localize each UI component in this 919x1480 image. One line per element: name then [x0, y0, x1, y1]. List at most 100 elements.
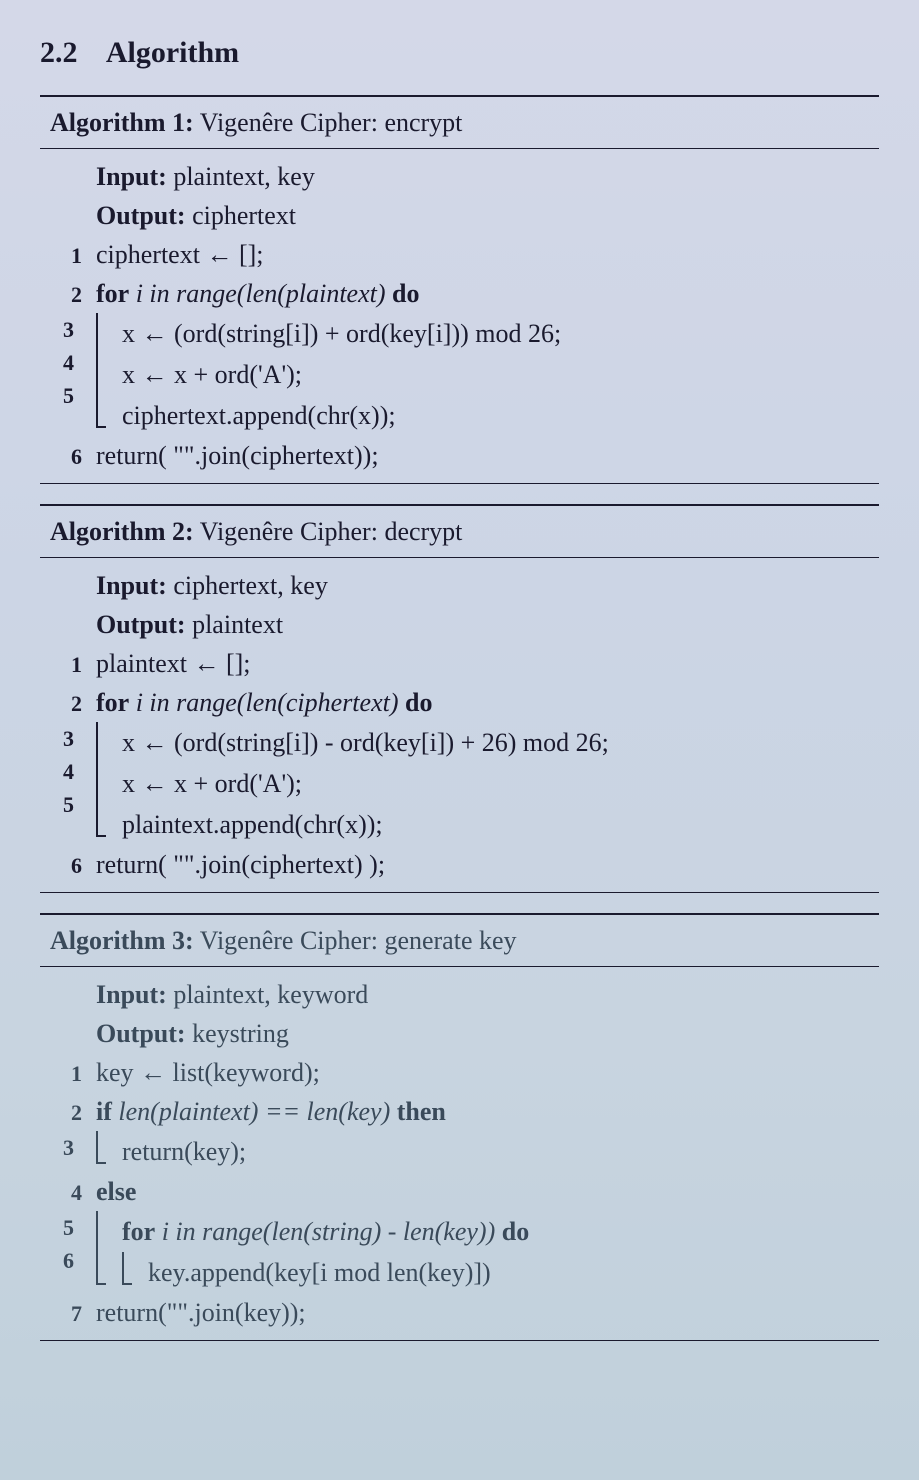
- code-line: 1 ciphertext ← [];: [54, 235, 879, 274]
- algorithm-1: Algorithm 1: Vigenêre Cipher: encrypt In…: [40, 95, 879, 484]
- input-label: Input:: [96, 980, 167, 1009]
- code: return( "".join(ciphertext) );: [96, 845, 879, 884]
- input-value: ciphertext, key: [173, 571, 328, 600]
- code: x ← x + ord('A');: [122, 764, 879, 803]
- line-number: 3: [54, 313, 74, 346]
- input-label: Input:: [96, 162, 167, 191]
- keyword-else: else: [96, 1172, 879, 1211]
- line-number: 1: [54, 239, 82, 272]
- algo-name: Vigenêre Cipher: decrypt: [200, 517, 463, 546]
- line-number: 5: [54, 788, 74, 821]
- line-number: 5: [54, 1211, 74, 1244]
- line-number: 6: [54, 440, 82, 473]
- line-number: 2: [54, 687, 82, 720]
- line-number: 2: [54, 1096, 82, 1129]
- line-number: 4: [54, 346, 74, 379]
- input-line: Input: plaintext, key: [54, 157, 879, 196]
- cond: len(plaintext) == len(key): [118, 1097, 390, 1126]
- code-line: 2 for i in range(len(plaintext) do: [54, 274, 879, 313]
- algo-name: Vigenêre Cipher: generate key: [200, 926, 517, 955]
- code: return( "".join(ciphertext));: [96, 436, 879, 475]
- rule: [40, 95, 879, 97]
- algo-label: Algorithm 1:: [50, 108, 194, 137]
- input-line: Input: ciphertext, key: [54, 566, 879, 605]
- code-line: 1 plaintext ← [];: [54, 644, 879, 683]
- rule: [40, 892, 879, 893]
- line-number: 7: [54, 1297, 82, 1330]
- keyword-for: for: [96, 688, 129, 717]
- algo-title: Algorithm 3: Vigenêre Cipher: generate k…: [40, 919, 879, 962]
- line-number: 6: [54, 849, 82, 882]
- keyword-if: if: [96, 1097, 112, 1126]
- code-line: 2 if len(plaintext) == len(key) then: [54, 1092, 879, 1131]
- output-line: Output: keystring: [54, 1014, 879, 1053]
- algo-body: Input: plaintext, keyword Output: keystr…: [40, 971, 879, 1336]
- output-value: plaintext: [192, 610, 283, 639]
- line-number: 5: [54, 379, 74, 412]
- input-label: Input:: [96, 571, 167, 600]
- code: plaintext ← [];: [96, 644, 879, 683]
- algo-title: Algorithm 1: Vigenêre Cipher: encrypt: [40, 101, 879, 144]
- code-line: 6 return( "".join(ciphertext));: [54, 436, 879, 475]
- section-title: Algorithm: [106, 36, 239, 69]
- code-line: 6 return( "".join(ciphertext) );: [54, 845, 879, 884]
- code: plaintext.append(chr(x));: [122, 805, 879, 844]
- algorithm-3: Algorithm 3: Vigenêre Cipher: generate k…: [40, 913, 879, 1341]
- rule: [40, 504, 879, 506]
- loop-cond: i in range(len(ciphertext): [136, 688, 399, 717]
- code: x ← (ord(string[i]) - ord(key[i]) + 26) …: [122, 723, 879, 762]
- code: ciphertext ← [];: [96, 235, 879, 274]
- algo-body: Input: ciphertext, key Output: plaintext…: [40, 562, 879, 888]
- code-line: 7 return("".join(key));: [54, 1293, 879, 1332]
- output-value: ciphertext: [192, 201, 296, 230]
- rule: [40, 913, 879, 915]
- input-line: Input: plaintext, keyword: [54, 975, 879, 1014]
- line-number: 1: [54, 648, 82, 681]
- keyword-for: for: [122, 1217, 155, 1246]
- algo-body: Input: plaintext, key Output: ciphertext…: [40, 153, 879, 479]
- output-label: Output:: [96, 610, 186, 639]
- line-number: 4: [54, 755, 74, 788]
- code: key ← list(keyword);: [96, 1053, 879, 1092]
- line-number: 4: [54, 1176, 82, 1209]
- rule: [40, 557, 879, 558]
- section-number: 2.2: [40, 36, 78, 69]
- rule: [40, 1340, 879, 1341]
- loop-cond: i in range(len(string) - len(key)): [162, 1217, 496, 1246]
- keyword-do: do: [405, 688, 432, 717]
- algorithm-2: Algorithm 2: Vigenêre Cipher: decrypt In…: [40, 504, 879, 893]
- rule: [40, 483, 879, 484]
- code: key.append(key[i mod len(key)]): [148, 1253, 879, 1292]
- code: ciphertext.append(chr(x));: [122, 396, 879, 435]
- code-line: 2 for i in range(len(ciphertext) do: [54, 683, 879, 722]
- algo-name: Vigenêre Cipher: encrypt: [200, 108, 463, 137]
- code-line: 4 else: [54, 1172, 879, 1211]
- algo-title: Algorithm 2: Vigenêre Cipher: decrypt: [40, 510, 879, 553]
- rule: [40, 148, 879, 149]
- keyword-for: for: [96, 279, 129, 308]
- code: x ← (ord(string[i]) + ord(key[i])) mod 2…: [122, 314, 879, 353]
- output-label: Output:: [96, 1019, 186, 1048]
- line-number: 6: [54, 1244, 74, 1277]
- input-value: plaintext, keyword: [173, 980, 368, 1009]
- algo-label: Algorithm 3:: [50, 926, 194, 955]
- line-number: 2: [54, 278, 82, 311]
- algo-label: Algorithm 2:: [50, 517, 194, 546]
- keyword-then: then: [397, 1097, 446, 1126]
- code: return(key);: [122, 1132, 879, 1171]
- keyword-do: do: [392, 279, 419, 308]
- code: x ← x + ord('A');: [122, 355, 879, 394]
- output-line: Output: plaintext: [54, 605, 879, 644]
- output-value: keystring: [192, 1019, 289, 1048]
- code: return("".join(key));: [96, 1293, 879, 1332]
- code-line: 1 key ← list(keyword);: [54, 1053, 879, 1092]
- output-line: Output: ciphertext: [54, 196, 879, 235]
- input-value: plaintext, key: [173, 162, 315, 191]
- loop-cond: i in range(len(plaintext): [136, 279, 386, 308]
- section-header: 2.2 Algorithm: [40, 30, 879, 75]
- line-number: 1: [54, 1057, 82, 1090]
- keyword-do: do: [502, 1217, 529, 1246]
- rule: [40, 966, 879, 967]
- line-number: 3: [54, 1131, 74, 1164]
- output-label: Output:: [96, 201, 186, 230]
